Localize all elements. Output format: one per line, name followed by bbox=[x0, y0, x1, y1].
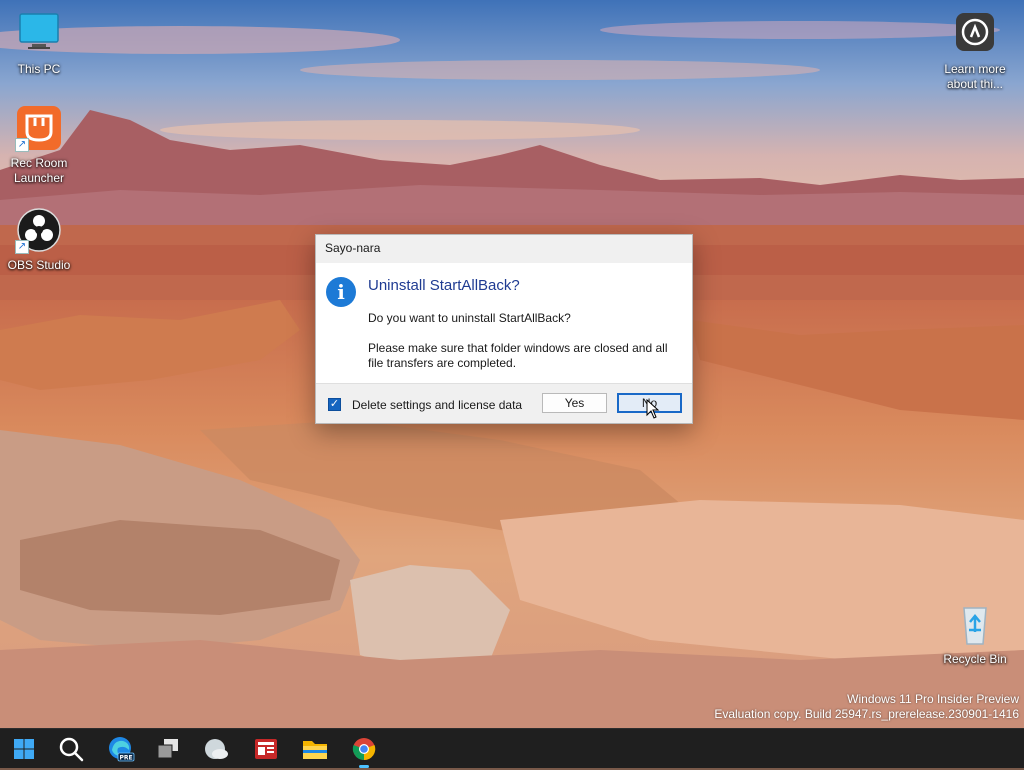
obs-icon: ↗ bbox=[15, 206, 63, 254]
desktop-icon-label: OBS Studio bbox=[7, 258, 71, 272]
desktop-icon-obs[interactable]: ↗ OBS Studio bbox=[3, 206, 75, 273]
windows-logo-icon bbox=[14, 739, 34, 759]
weather-icon bbox=[205, 739, 228, 759]
dialog-heading: Uninstall StartAllBack? bbox=[368, 277, 520, 294]
news-icon bbox=[255, 739, 277, 759]
task-view-button[interactable] bbox=[152, 733, 184, 765]
desktop-icon-label: This PC bbox=[17, 62, 61, 76]
shortcut-arrow-icon: ↗ bbox=[15, 240, 29, 254]
uninstall-dialog: Sayo-nara i Uninstall StartAllBack? Do y… bbox=[315, 234, 693, 424]
delete-settings-checkbox[interactable]: ✓ bbox=[328, 398, 341, 411]
shortcut-arrow-icon: ↗ bbox=[15, 138, 29, 152]
learn-more-icon bbox=[951, 10, 999, 58]
dialog-question: Do you want to uninstall StartAllBack? bbox=[368, 311, 571, 325]
delete-settings-label[interactable]: Delete settings and license data bbox=[352, 398, 522, 412]
folder-icon bbox=[303, 741, 327, 759]
desktop-icon-this-pc[interactable]: This PC bbox=[3, 10, 75, 77]
task-view-icon bbox=[157, 739, 178, 759]
chrome-button[interactable] bbox=[348, 733, 380, 768]
yes-button[interactable]: Yes bbox=[542, 393, 607, 413]
monitor-icon bbox=[15, 10, 63, 58]
taskbar: PRE bbox=[0, 728, 1024, 768]
edge-icon: PRE bbox=[109, 737, 135, 762]
dialog-body: i Uninstall StartAllBack? Do you want to… bbox=[316, 263, 692, 385]
widgets-button[interactable] bbox=[200, 733, 232, 765]
news-button[interactable] bbox=[250, 733, 282, 765]
chrome-icon bbox=[352, 738, 376, 761]
edge-badge: PRE bbox=[119, 755, 132, 762]
watermark-line-1: Windows 11 Pro Insider Preview bbox=[847, 692, 1019, 706]
start-button[interactable] bbox=[8, 733, 40, 765]
edge-preview-button[interactable]: PRE bbox=[104, 733, 136, 765]
mouse-cursor-icon bbox=[646, 399, 660, 419]
dialog-footer: ✓ Delete settings and license data Yes N… bbox=[316, 383, 692, 423]
info-icon: i bbox=[326, 277, 356, 307]
desktop-icon-rec-room[interactable]: ↗ Rec Room Launcher bbox=[3, 104, 75, 186]
rec-room-icon: ↗ bbox=[15, 104, 63, 152]
desktop-icon-label: Rec Room Launcher bbox=[10, 156, 68, 185]
file-explorer-button[interactable] bbox=[299, 733, 331, 765]
desktop-icon-learn-more[interactable]: Learn more about thi... bbox=[939, 10, 1011, 92]
desktop-icon-label: Learn more about thi... bbox=[944, 62, 1006, 91]
dialog-message: Please make sure that folder windows are… bbox=[368, 341, 668, 370]
desktop-icon-label: Recycle Bin bbox=[943, 652, 1007, 666]
dialog-title: Sayo-nara bbox=[316, 235, 692, 263]
search-icon bbox=[59, 737, 84, 762]
search-button[interactable] bbox=[55, 733, 87, 765]
build-watermark: Windows 11 Pro Insider Preview Evaluatio… bbox=[714, 692, 1019, 722]
recycle-bin-icon bbox=[951, 600, 999, 648]
watermark-line-2: Evaluation copy. Build 25947.rs_prerelea… bbox=[714, 707, 1019, 721]
desktop-icon-recycle-bin[interactable]: Recycle Bin bbox=[939, 600, 1011, 667]
